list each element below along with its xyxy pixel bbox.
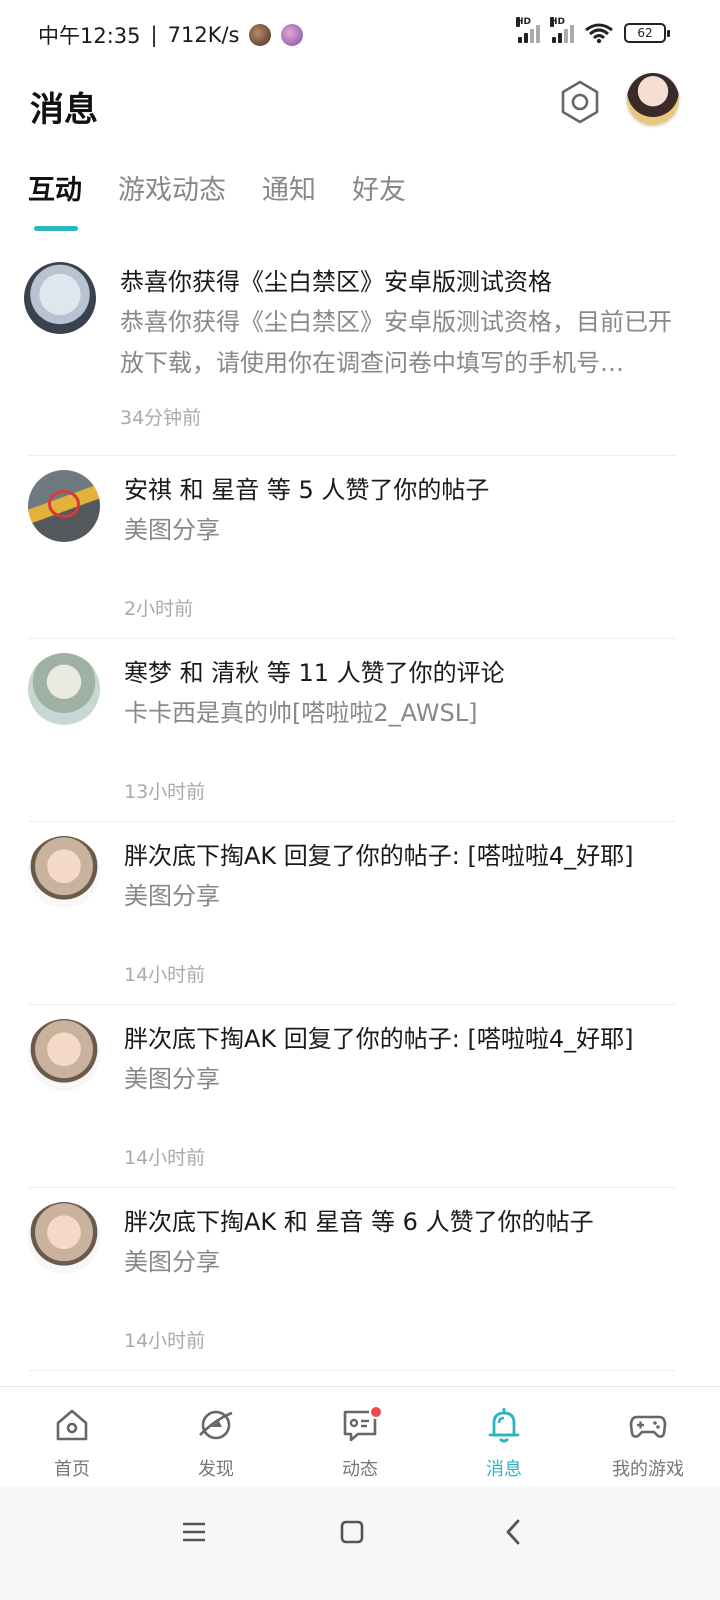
message-title: 恭喜你获得《尘白禁区》安卓版测试资格 — [120, 268, 552, 296]
message-list: 恭喜你获得《尘白禁区》安卓版测试资格 恭喜你获得《尘白禁区》安卓版测试资格，目前… — [0, 248, 720, 1371]
list-item[interactable]: 恭喜你获得《尘白禁区》安卓版测试资格 恭喜你获得《尘白禁区》安卓版测试资格，目前… — [0, 248, 720, 456]
message-desc: 美图分享 — [124, 882, 220, 910]
tab-notifications[interactable]: 通知 — [262, 168, 316, 238]
nav-messages[interactable]: 消息 — [432, 1387, 576, 1486]
message-title: 胖次底下掏AK 回复了你的帖子: [嗒啦啦4_好耶] — [124, 842, 634, 870]
nav-label: 我的游戏 — [612, 1459, 684, 1480]
gamepad-icon — [629, 1415, 667, 1438]
message-time: 13小时前 — [124, 781, 206, 803]
nav-home[interactable]: 首页 — [0, 1387, 144, 1486]
list-item[interactable]: 胖次底下掏AK 回复了你的帖子: [嗒啦啦4_好耶] 美图分享 14小时前 — [0, 822, 720, 1005]
list-item[interactable]: 胖次底下掏AK 回复了你的帖子: [嗒啦啦4_好耶] 美图分享 14小时前 — [0, 1005, 720, 1188]
sender-avatar[interactable] — [28, 470, 100, 542]
message-time: 34分钟前 — [120, 407, 202, 429]
divider — [28, 1370, 676, 1371]
status-right: HD HD 62 — [516, 17, 670, 44]
bottom-nav: 首页 发现 动态 消息 我的游戏 — [0, 1386, 720, 1486]
battery-icon: 62 — [624, 23, 670, 43]
nav-my-games[interactable]: 我的游戏 — [576, 1387, 720, 1486]
message-time: 14小时前 — [124, 1330, 206, 1352]
unread-badge — [369, 1405, 383, 1419]
status-left: 中午12:35 | 712K/s — [38, 20, 304, 50]
settings-icon[interactable] — [558, 80, 602, 124]
notification-app-icon — [281, 24, 304, 46]
sender-avatar[interactable] — [28, 836, 100, 908]
bell-icon — [488, 1407, 520, 1443]
nav-label: 首页 — [54, 1459, 90, 1480]
system-nav-bar — [0, 1486, 720, 1600]
list-item[interactable]: 安祺 和 星音 等 5 人赞了你的帖子 美图分享 2小时前 — [0, 456, 720, 639]
list-item[interactable]: 胖次底下掏AK 和 星音 等 6 人赞了你的帖子 美图分享 14小时前 — [0, 1188, 720, 1371]
user-avatar[interactable] — [627, 73, 679, 125]
menu-icon[interactable] — [174, 1512, 214, 1552]
message-title: 胖次底下掏AK 回复了你的帖子: [嗒啦啦4_好耶] — [124, 1025, 634, 1053]
message-title: 寒梦 和 清秋 等 11 人赞了你的评论 — [124, 659, 505, 687]
nav-label: 发现 — [198, 1459, 234, 1480]
message-desc: 美图分享 — [124, 516, 220, 544]
status-time: 中午12:35 — [38, 24, 141, 48]
tab-game-updates[interactable]: 游戏动态 — [118, 168, 226, 238]
header: 消息 — [0, 70, 720, 140]
home-icon — [56, 1409, 88, 1441]
sender-avatar[interactable] — [28, 1202, 100, 1274]
tab-indicator — [34, 226, 78, 231]
message-desc: 恭喜你获得《尘白禁区》安卓版测试资格，目前已开放下载，请使用你在调查问卷中填写的… — [120, 308, 672, 377]
nav-label: 动态 — [342, 1459, 378, 1480]
network-speed: 712K/s — [167, 23, 240, 47]
nav-discover[interactable]: 发现 — [144, 1387, 288, 1486]
page-title: 消息 — [30, 90, 98, 130]
signal-icon: HD — [550, 17, 574, 43]
message-desc: 美图分享 — [124, 1065, 220, 1093]
sender-avatar[interactable] — [28, 1019, 100, 1091]
tab-friends[interactable]: 好友 — [352, 168, 406, 238]
sender-avatar[interactable] — [28, 653, 100, 725]
discover-icon — [199, 1410, 233, 1440]
status-bar: 中午12:35 | 712K/s HD HD 62 — [0, 0, 720, 70]
home-square-icon[interactable] — [332, 1512, 372, 1552]
message-title: 胖次底下掏AK 和 星音 等 6 人赞了你的帖子 — [124, 1208, 594, 1236]
nav-label: 消息 — [486, 1459, 522, 1480]
message-time: 14小时前 — [124, 1147, 206, 1169]
sender-avatar[interactable] — [24, 262, 96, 334]
back-icon[interactable] — [494, 1512, 534, 1552]
notification-app-icon — [249, 24, 272, 46]
message-title: 安祺 和 星音 等 5 人赞了你的帖子 — [124, 476, 490, 504]
list-item[interactable]: 寒梦 和 清秋 等 11 人赞了你的评论 卡卡西是真的帅[嗒啦啦2_AWSL] … — [0, 639, 720, 822]
message-time: 2小时前 — [124, 598, 194, 620]
message-desc: 卡卡西是真的帅[嗒啦啦2_AWSL] — [124, 699, 478, 727]
signal-icon: HD — [516, 17, 540, 43]
nav-feed[interactable]: 动态 — [288, 1387, 432, 1486]
tab-bar: 互动 游戏动态 通知 好友 — [28, 168, 406, 238]
message-desc: 美图分享 — [124, 1248, 220, 1276]
message-time: 14小时前 — [124, 964, 206, 986]
wifi-icon — [585, 23, 613, 44]
